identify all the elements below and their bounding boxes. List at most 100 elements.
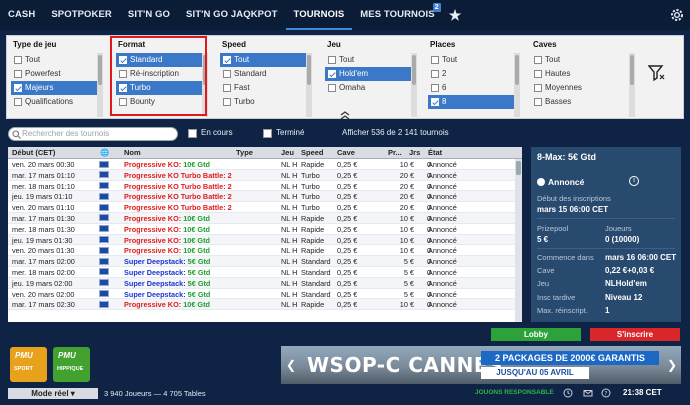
info-icon[interactable]: i [629,176,639,186]
banner-next-icon[interactable]: ❯ [667,358,677,372]
cell-name-suffix: 5€ Gtd [187,278,211,288]
promo-banner[interactable]: ❮ ❯ WSOP-C CANNES 2 PACKAGES DE 2000€ GA… [281,346,681,384]
filter-panel: Type de jeu Tout Powerfest Majeurs Quali… [6,35,684,119]
table-row[interactable]: ven. 20 mars 00:30 Progressive KO: 10€ Gt… [8,159,522,170]
detail-title: 8-Max: 5€ Gtd [537,152,597,162]
cell-speed: Rapide [301,224,325,234]
table-row[interactable]: mer. 18 mars 02:00 Super Deepstack: 5€ Gt… [8,267,522,278]
table-row[interactable]: jeu. 19 mars 02:00 Super Deepstack: 5€ Gt… [8,277,522,289]
cell-name-prefix: Super Deepstack: [124,257,188,267]
table-row[interactable]: mar. 17 mars 02:00 Super Deepstack: 5€ Gt… [8,256,522,267]
player-stats: 3 940 Joueurs — 4 705 Tables [104,389,206,398]
col-speed[interactable]: Speed [301,148,324,157]
responsible-gaming-label[interactable]: JOUONS RESPONSABLE [475,389,554,396]
filter-option[interactable]: Hautes [531,67,635,81]
table-scrollbar[interactable] [515,159,522,322]
cell-name-suffix: 10€ Gtd [183,160,210,169]
table-row[interactable]: ven. 20 mars 01:30 Progressive KO: 10€ Gt… [8,245,522,257]
col-type[interactable]: Type [236,148,253,157]
filter-option[interactable]: Turbo [220,95,312,109]
filter-option[interactable]: Tout [325,53,417,67]
filter-option[interactable]: Tout [531,53,635,67]
tab-cash[interactable]: CASH [0,0,43,30]
filter-option[interactable]: Tout [11,53,103,67]
table-row[interactable]: ven. 20 mars 02:00 Super Deepstack: 5€ Gt… [8,289,522,300]
mode-select[interactable]: Mode réel ▾ [8,388,98,399]
cell-name: Progressive KO Turbo Battle: 2 [124,192,232,201]
filter-option[interactable]: 6 [428,81,520,95]
lobby-button[interactable]: Lobby [491,328,581,341]
pmu-sport-logo[interactable]: PMU SPORT [10,347,47,382]
table-row[interactable]: jeu. 19 mars 01:10 Progressive KO Turbo B… [8,191,522,203]
col-debut[interactable]: Début (CET) [12,148,55,157]
filter-option[interactable]: Qualifications [11,95,103,109]
tab-tournois[interactable]: TOURNOIS [285,0,353,30]
filter-option[interactable]: Standard [220,67,312,81]
globe-icon[interactable]: 🌐 [100,148,109,157]
scrollbar[interactable] [97,53,103,117]
collapse-chevron-icon[interactable] [339,111,351,120]
table-row[interactable]: ven. 20 mars 01:10 Progressive KO Turbo B… [8,202,522,213]
cell-name: Progressive KO: 10€ Gtd [124,225,232,234]
register-button[interactable]: S'inscrire [590,328,680,341]
insc-value: Niveau 12 [605,293,643,302]
help-icon[interactable]: ? [601,388,611,398]
filter-option[interactable]: Moyennes [531,81,635,95]
clock-icon[interactable] [563,388,573,398]
pmu-hippique-logo[interactable]: PMU HIPPIQUE [53,347,90,382]
eu-flag-icon [99,246,109,254]
col-jeu[interactable]: Jeu [281,148,294,157]
scrollbar[interactable] [411,53,417,117]
gear-icon[interactable] [669,7,685,23]
scrollbar[interactable] [306,53,312,117]
table-row[interactable]: mer. 18 mars 01:30 Progressive KO: 10€ Gt… [8,224,522,235]
scrollbar[interactable] [514,53,520,117]
checkbox-icon [223,98,231,106]
tournament-count: Afficher 536 de 2 141 tournois [342,128,449,137]
filter-option[interactable]: Tout [220,53,312,67]
en-cours-checkbox[interactable] [188,129,197,138]
checkbox-icon [328,56,336,64]
filter-option[interactable]: 8 [428,95,520,109]
col-prix[interactable]: Pr... [388,148,402,157]
cell-etat: Annoncé [428,213,457,223]
termine-checkbox[interactable] [263,129,272,138]
tab-spotpoker[interactable]: SPOTPOKER [43,0,120,30]
table-row[interactable]: jeu. 19 mars 01:30 Progressive KO: 10€ Gt… [8,234,522,246]
tab-sit-n-go[interactable]: SIT'N GO [120,0,178,30]
cell-date: ven. 20 mars 01:30 [12,246,75,256]
col-jrs[interactable]: Jrs [409,148,420,157]
divider [537,218,675,219]
cell-speed: Rapide [301,246,325,256]
cell-etat: Annoncé [428,278,457,288]
tab-mes-tournois[interactable]: MES TOURNOIS 2 [352,0,442,30]
cell-speed: Rapide [301,213,325,223]
banner-prev-icon[interactable]: ❮ [286,358,296,372]
filter-option[interactable]: 2 [428,67,520,81]
tab-sit-n-go-jaqkpot[interactable]: SIT'N GO JAQKPOT [178,0,285,30]
filter-option[interactable]: Omaha [325,81,417,95]
search-placeholder: Rechercher des tournois [22,129,110,138]
table-row[interactable]: mar. 17 mars 01:30 Progressive KO: 10€ Gt… [8,212,522,224]
col-etat[interactable]: État [428,148,442,157]
table-row[interactable]: mar. 17 mars 01:10 Progressive KO Turbo B… [8,169,522,181]
cell-name: Progressive KO Turbo Battle: 2 [124,171,232,180]
filter-option[interactable]: Fast [220,81,312,95]
cell-cave: 0,25 € [337,170,358,180]
cell-cave: 0,25 € [337,160,358,169]
scrollbar[interactable] [629,53,635,117]
filter-option[interactable]: Majeurs [11,81,103,95]
table-row[interactable]: mer. 18 mars 01:10 Progressive KO Turbo B… [8,181,522,192]
search-input[interactable]: Rechercher des tournois [8,127,178,141]
col-nom[interactable]: Nom [124,148,141,157]
cell-cave: 0,25 € [337,278,358,288]
col-cave[interactable]: Cave [337,148,355,157]
filter-funnel-icon[interactable] [648,64,666,82]
favorites-star-icon[interactable]: ★ [443,0,468,30]
mail-icon[interactable] [583,388,593,398]
filter-option[interactable]: Hold'em [325,67,417,81]
filter-option[interactable]: Basses [531,95,635,109]
filter-option[interactable]: Tout [428,53,520,67]
table-row[interactable]: mar. 17 mars 02:30 Progressive KO: 10€ Gt… [8,299,522,311]
filter-option[interactable]: Powerfest [11,67,103,81]
